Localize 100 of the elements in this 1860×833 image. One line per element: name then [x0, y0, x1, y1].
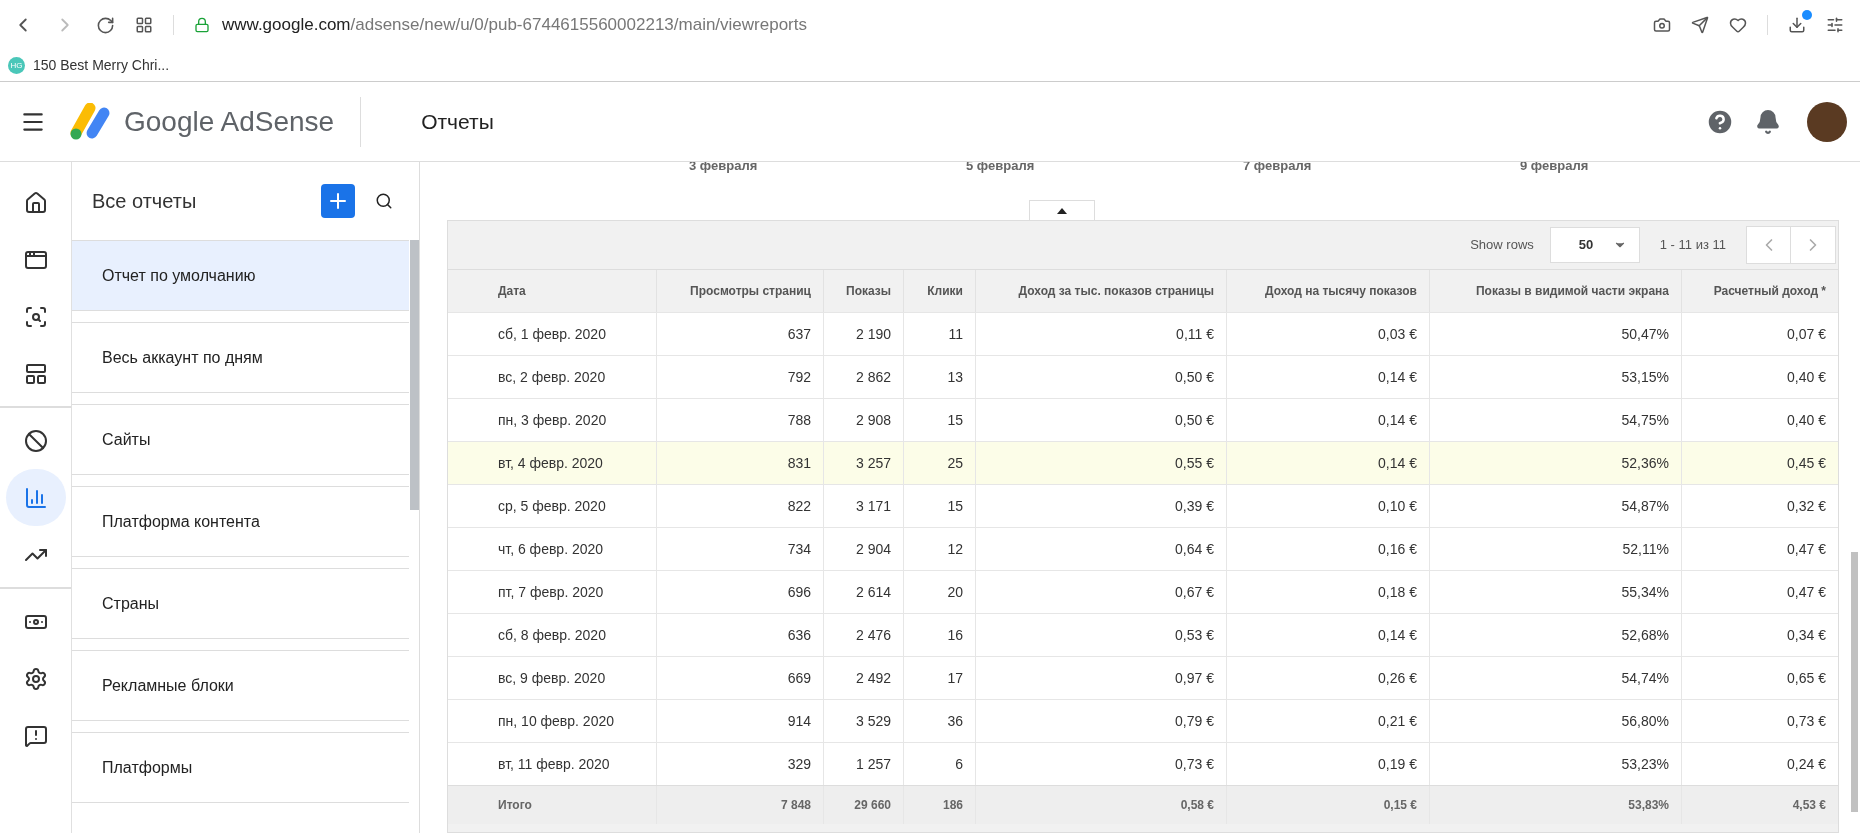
table-cell-text: 0,45 €: [1787, 453, 1826, 473]
collapse-tab[interactable]: [1028, 200, 1095, 220]
report-item[interactable]: Отчет по умолчанию: [72, 240, 409, 311]
heart-icon[interactable]: [1729, 16, 1747, 34]
total-cell-text: 186: [942, 797, 963, 814]
table-cell-text: пн, 10 февр. 2020: [498, 711, 614, 731]
table-cell-text: 0,73 €: [1787, 711, 1826, 731]
table-cell-text: 2 190: [855, 324, 891, 344]
table-row[interactable]: вс, 9 февр. 2020 669 2 492 17 0,97 € 0,26 € 54,74% 0,65 €: [448, 656, 1838, 699]
table-cell-text: 3 257: [855, 453, 891, 473]
table-cell-text: 734: [787, 539, 811, 559]
table-cell-text: 52,36%: [1621, 453, 1669, 473]
download-icon[interactable]: [1788, 16, 1806, 34]
table-cell-text: 50,47%: [1621, 324, 1669, 344]
table-cell-text: 0,16 €: [1378, 539, 1417, 559]
table-cell-text: 11: [948, 324, 963, 344]
settings-sliders-icon[interactable]: [1826, 16, 1844, 34]
page-scrollbar[interactable]: [1851, 552, 1858, 812]
column-header[interactable]: Показы в видимой части экрана: [1476, 282, 1669, 300]
send-icon[interactable]: [1691, 16, 1709, 34]
column-header[interactable]: Показы: [846, 282, 891, 300]
table-cell-text: 52,11%: [1622, 539, 1669, 559]
reload-icon[interactable]: [96, 15, 115, 35]
table-cell-text: 669: [787, 668, 811, 688]
table-cell-text: 55,34%: [1621, 582, 1669, 602]
table-cell-text: 15: [947, 410, 963, 430]
column-header[interactable]: Доход на тысячу показов: [1264, 282, 1417, 300]
triangle-up-icon: [1056, 207, 1067, 214]
avatar[interactable]: [1807, 101, 1847, 142]
table-row[interactable]: пт, 7 февр. 2020 696 2 614 20 0,67 € 0,18 € 55,34% 0,47 €: [448, 570, 1838, 613]
add-button[interactable]: [321, 184, 355, 218]
report-item[interactable]: Платформы: [72, 732, 409, 803]
table-row[interactable]: пн, 3 февр. 2020 788 2 908 15 0,50 € 0,14 € 54,75% 0,40 €: [448, 398, 1838, 441]
table-row[interactable]: вт, 4 февр. 2020 831 3 257 25 0,55 € 0,14 € 52,36% 0,45 €: [448, 441, 1838, 484]
report-item[interactable]: Весь аккаунт по дням: [72, 322, 409, 393]
table-cell-text: 0,40 €: [1787, 367, 1826, 387]
grid-icon[interactable]: [135, 16, 153, 34]
table-cell-text: вт, 11 февр. 2020: [498, 754, 610, 774]
table-cell-text: 56,80%: [1621, 711, 1669, 731]
report-item[interactable]: Страны: [72, 568, 409, 639]
notifications-icon[interactable]: [1755, 108, 1781, 135]
table-cell-text: 2 492: [855, 668, 891, 688]
column-header[interactable]: Дата: [498, 282, 526, 300]
report-item[interactable]: Сайты: [72, 404, 409, 475]
table-cell-text: пн, 3 февр. 2020: [498, 410, 607, 430]
table-row[interactable]: вт, 11 февр. 2020 329 1 257 6 0,73 € 0,19 € 53,23% 0,24 €: [448, 742, 1838, 785]
table-cell-text: 54,87%: [1621, 496, 1669, 516]
column-header[interactable]: Расчетный доход *: [1713, 282, 1826, 300]
table-cell-text: 0,39 €: [1175, 496, 1214, 516]
table-cell-text: чт, 6 февр. 2020: [498, 539, 604, 559]
total-cell-text: 7 848: [780, 797, 811, 814]
search-icon[interactable]: [375, 192, 393, 210]
table-cell-text: 17: [947, 668, 963, 688]
table-cell-text: 20: [947, 582, 963, 602]
page-range: 1 - 11 из 11: [1659, 236, 1726, 255]
report-item[interactable]: Рекламные блоки: [72, 650, 409, 721]
panel-title: Все отчеты: [92, 189, 197, 214]
column-header[interactable]: Клики: [927, 282, 963, 300]
table-row[interactable]: сб, 8 февр. 2020 636 2 476 16 0,53 € 0,14 € 52,68% 0,34 €: [448, 613, 1838, 656]
table-cell-text: 3 171: [855, 496, 891, 516]
table-cell-text: 822: [787, 496, 811, 516]
table-row[interactable]: пн, 10 февр. 2020 914 3 529 36 0,79 € 0,21 € 56,80% 0,73 €: [448, 699, 1838, 742]
table-cell-text: 2 476: [855, 625, 891, 645]
bookmark-label: 150 Best Merry Chri...: [33, 56, 170, 75]
product-name: Google AdSense: [124, 104, 335, 139]
table-cell-text: 2 908: [855, 410, 891, 430]
total-cell-text: 4,53 €: [1792, 797, 1826, 814]
table-cell-text: 0,14 €: [1378, 453, 1417, 473]
table-row[interactable]: ср, 5 февр. 2020 822 3 171 15 0,39 € 0,10 € 54,87% 0,32 €: [448, 484, 1838, 527]
table-cell-text: 0,53 €: [1175, 625, 1214, 645]
table-cell-text: вс, 9 февр. 2020: [498, 668, 606, 688]
table-cell-text: 2 904: [855, 539, 891, 559]
table-row[interactable]: чт, 6 февр. 2020 734 2 904 12 0,64 € 0,16 € 52,11% 0,47 €: [448, 527, 1838, 570]
rows-select[interactable]: 50: [1549, 227, 1640, 263]
table-cell-text: 636: [787, 625, 811, 645]
bookmark[interactable]: HG 150 Best Merry Chri...: [8, 55, 170, 76]
camera-icon[interactable]: [1653, 16, 1671, 34]
table-cell-text: 0,14 €: [1378, 367, 1417, 387]
table-row[interactable]: вс, 2 февр. 2020 792 2 862 13 0,50 € 0,14 € 53,15% 0,40 €: [448, 355, 1838, 398]
table-cell-text: 0,03 €: [1378, 324, 1417, 344]
table-cell-text: 0,79 €: [1175, 711, 1214, 731]
table-cell-text: 0,24 €: [1787, 754, 1826, 774]
address-field[interactable]: www.google.com/adsense/new/u/0/pub-6744615560002213/main/viewreports: [222, 12, 807, 38]
table-cell-text: 0,40 €: [1787, 410, 1826, 430]
column-header[interactable]: Просмотры страниц: [690, 282, 811, 300]
total-cell-text: 53,83%: [1628, 797, 1669, 814]
table-cell-text: 0,50 €: [1175, 367, 1214, 387]
table-cell-text: 6: [955, 754, 963, 774]
table-cell-text: 0,65 €: [1787, 668, 1826, 688]
total-cell-text: 0,15 €: [1383, 797, 1417, 814]
scrollbar[interactable]: [410, 240, 419, 510]
table-cell-text: 696: [787, 582, 811, 602]
report-item[interactable]: Платформа контента: [72, 486, 409, 557]
table-cell-text: 12: [947, 539, 963, 559]
column-header[interactable]: Доход за тыс. показов страницы: [1018, 282, 1214, 300]
table-cell-text: ср, 5 февр. 2020: [498, 496, 606, 516]
block-icon: [23, 428, 48, 453]
table-row[interactable]: сб, 1 февр. 2020 637 2 190 11 0,11 € 0,03 € 50,47% 0,07 €: [448, 312, 1838, 355]
table-cell-text: 3 529: [855, 711, 891, 731]
table-cell-text: 0,11 €: [1176, 324, 1214, 344]
